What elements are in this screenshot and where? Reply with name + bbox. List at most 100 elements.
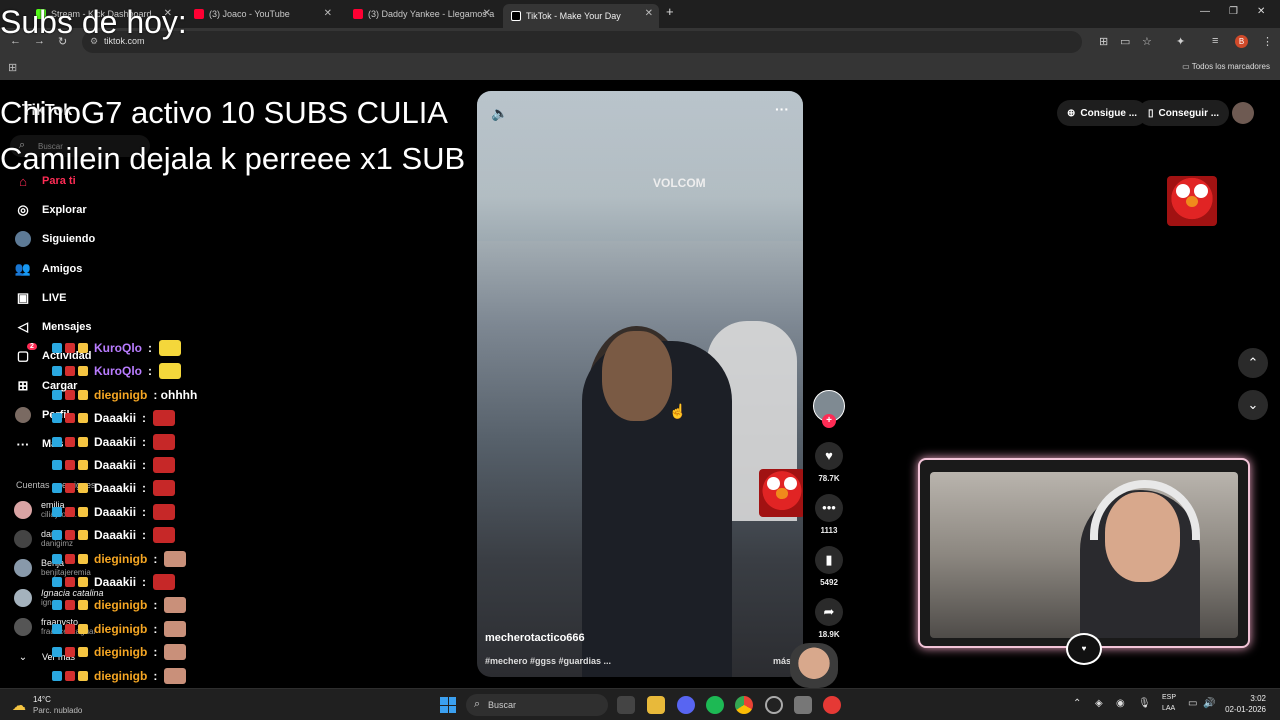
steam-icon[interactable]: ◉ [1116, 698, 1125, 709]
follow-plus-icon[interactable]: + [822, 414, 836, 428]
video-player[interactable]: VOLCOM 🔈 ··· mecherotactico666 #mechero … [477, 91, 803, 677]
sidebar-item-amigos[interactable]: 👥 Amigos [14, 258, 82, 280]
chat-badge-icon [52, 413, 62, 424]
video-more-link[interactable]: más [773, 656, 791, 666]
task-view-icon[interactable] [617, 696, 635, 714]
sidebar-item-mensajes[interactable]: ◁ Mensajes [14, 316, 92, 338]
volume-icon[interactable]: 🔈 [491, 105, 508, 122]
network-app-icon[interactable]: ◈ [1095, 698, 1103, 709]
friends-icon: 👥 [14, 261, 32, 276]
taskbar-search[interactable]: ⌕ Buscar [466, 694, 608, 716]
tab-youtube-daddy-yankee[interactable]: (3) Daddy Yankee - Llegamos a ✕ [345, 4, 497, 24]
chat-username[interactable]: Daaakii [94, 575, 136, 589]
close-tab-icon[interactable]: ✕ [645, 8, 653, 19]
save-button[interactable]: ▮ 5492 [814, 546, 844, 587]
chat-username[interactable]: dieginigb [94, 669, 147, 683]
chat-emote-icon [164, 620, 187, 637]
get-app-button[interactable]: ▯ Conseguir ... [1138, 100, 1230, 126]
tab-title: TikTok - Make Your Day [526, 11, 621, 21]
user-avatar[interactable] [1232, 102, 1254, 124]
volume-icon[interactable]: 🔊 [1203, 698, 1215, 709]
menu-icon[interactable]: ⋮ [1262, 35, 1273, 48]
translate-icon[interactable]: ⊞ [1099, 35, 1108, 48]
chat-username[interactable]: Daaakii [94, 411, 136, 425]
more-icon: ··· [16, 436, 30, 452]
tab-title: (3) Daddy Yankee - Llegamos a [368, 9, 495, 19]
star-icon[interactable]: ☆ [1142, 35, 1152, 48]
obs-icon[interactable] [765, 696, 783, 714]
url-field[interactable]: ⚙ tiktok.com [82, 31, 1082, 53]
chat-username[interactable]: Daaakii [94, 505, 136, 519]
sidebar-item-siguiendo[interactable]: Siguiendo [14, 228, 95, 250]
chat-username[interactable]: dieginigb [94, 622, 147, 636]
sidebar-item-explorar[interactable]: ◎ Explorar [14, 199, 86, 221]
minimize-icon[interactable]: — [1200, 6, 1210, 17]
chevron-up-icon[interactable]: ⌃ [1073, 698, 1081, 709]
apps-icon[interactable]: ⊞ [8, 61, 17, 74]
like-button[interactable]: ♥ 78.7K [814, 442, 844, 483]
chat-username[interactable]: dieginigb [94, 388, 147, 402]
spotify-icon[interactable] [706, 696, 724, 714]
chat-username[interactable]: Daaakii [94, 435, 136, 449]
display-icon[interactable]: ▭ [1188, 698, 1197, 709]
chat-badge-icon [65, 577, 75, 587]
share-button[interactable]: ➦ 18.9K [814, 598, 844, 639]
video-hashtags[interactable]: #mechero #ggss #guardias ... [485, 656, 611, 666]
chat-username[interactable]: dieginigb [94, 645, 147, 659]
video-author[interactable]: mecherotactico666 [485, 632, 585, 644]
chat-badge-icon [65, 600, 75, 611]
chat-username[interactable]: KuroQlo [94, 364, 142, 378]
language-indicator[interactable]: ESP [1162, 694, 1176, 701]
next-video-button[interactable]: ⌄ [1238, 390, 1268, 420]
tiktok-icon [511, 11, 521, 21]
reading-list-icon[interactable]: ≡ [1212, 35, 1218, 47]
close-tab-icon[interactable]: ✕ [483, 8, 491, 19]
chat-username[interactable]: KuroQlo [94, 341, 142, 355]
discord-icon[interactable] [677, 696, 695, 714]
chat-text: : [142, 528, 147, 543]
profile-avatar[interactable]: B [1235, 35, 1248, 48]
avatar [14, 501, 32, 519]
restore-icon[interactable]: ❐ [1229, 6, 1238, 17]
chat-message: Daaakii: [52, 455, 176, 475]
more-options-icon[interactable]: ··· [775, 101, 789, 117]
microphone-icon[interactable]: 🎙 [1138, 698, 1151, 709]
weather-icon[interactable]: ☁ [12, 697, 26, 714]
chat-badge-icon [65, 647, 75, 658]
chat-username[interactable]: dieginigb [94, 552, 147, 566]
close-window-icon[interactable]: ✕ [1257, 6, 1265, 17]
chat-badge-icon [78, 366, 88, 377]
chat-username[interactable]: dieginigb [94, 598, 147, 612]
compass-icon: ◎ [17, 202, 29, 217]
get-coins-button[interactable]: ⊕ Consigue ... [1057, 100, 1148, 126]
elmo-sticker [759, 469, 803, 517]
new-tab-icon[interactable]: + [666, 4, 674, 19]
comment-button[interactable]: ••• 1113 [814, 494, 844, 535]
extensions-icon[interactable]: ✦ [1176, 35, 1185, 48]
previous-video-button[interactable]: ⌃ [1238, 348, 1268, 378]
chat-message: KuroQlo: [52, 361, 181, 381]
sub-line-1: ChinoG7 activo 10 SUBS CULIA [0, 95, 448, 130]
chrome-icon[interactable] [735, 696, 753, 714]
windows-start-icon[interactable] [440, 697, 456, 713]
chat-text: : [153, 551, 158, 566]
tab-tiktok[interactable]: TikTok - Make Your Day ✕ [503, 4, 659, 28]
chat-username[interactable]: Daaakii [94, 528, 136, 542]
recording-app-icon[interactable] [823, 696, 841, 714]
chat-username[interactable]: Daaakii [94, 458, 136, 472]
app-icon[interactable] [794, 696, 812, 714]
all-bookmarks-button[interactable]: ▭ Todos los marcadores [1182, 62, 1270, 71]
tab-youtube-joaco[interactable]: (3) Joaco - YouTube ✕ [186, 4, 338, 24]
cast-icon[interactable]: ▭ [1120, 35, 1130, 48]
sidebar-item-live[interactable]: ▣ LIVE [14, 287, 67, 309]
sidebar-item-label: LIVE [42, 292, 67, 304]
avatar [14, 618, 32, 636]
close-tab-icon[interactable]: ✕ [324, 8, 332, 19]
chat-username[interactable]: Daaakii [94, 481, 136, 495]
chat-badge-icon [65, 670, 75, 681]
file-explorer-icon[interactable] [647, 696, 665, 714]
chat-badge-icon [52, 460, 62, 470]
store-sign: VOLCOM [653, 176, 706, 190]
clock-time[interactable]: 3:02 [1228, 694, 1266, 703]
bookmark-icon: ▮ [815, 546, 843, 574]
